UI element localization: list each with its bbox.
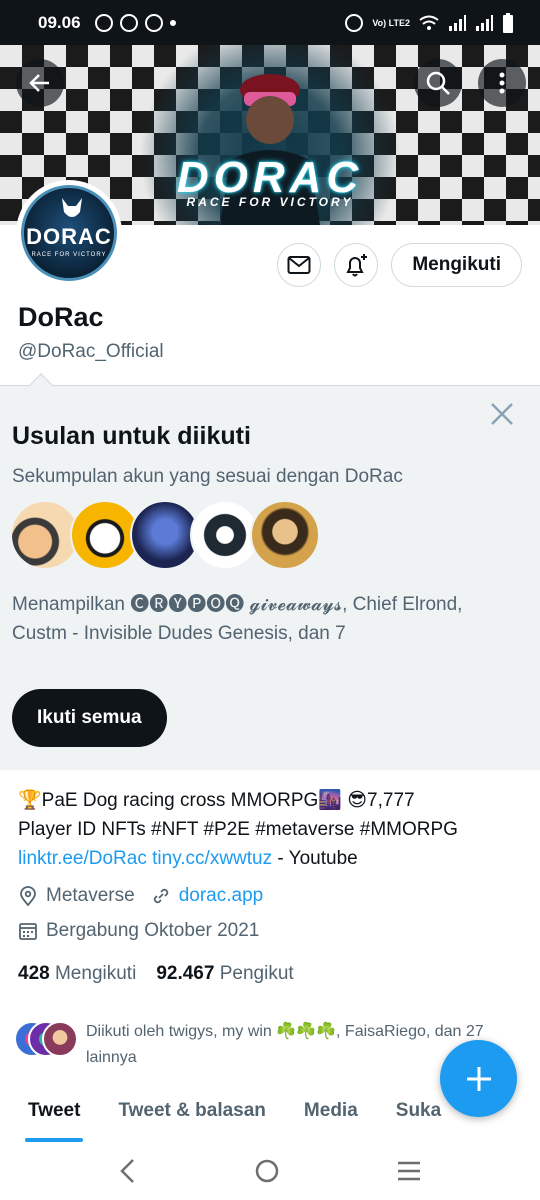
following-value: 428: [18, 963, 50, 984]
bio-line: linktr.ee/DoRac tiny.cc/xwwtuz - Youtube: [18, 844, 518, 873]
dot-icon: [169, 19, 176, 26]
meta-row-location: Metaverse dorac.app: [18, 885, 263, 907]
suggestions-pointer: [28, 373, 54, 399]
suggestions-description: Sekumpulan akun yang sesuai dengan DoRac: [12, 466, 403, 487]
more-options-button[interactable]: [478, 59, 526, 107]
avatar-text: DORAC: [26, 224, 112, 249]
bell-plus-icon: [346, 254, 368, 277]
alarm-icon: [345, 13, 364, 32]
search-icon: [426, 71, 450, 95]
avatar-subtext: RACE FOR VICTORY: [31, 252, 107, 258]
home-nav-icon[interactable]: [254, 1158, 280, 1184]
profile-name: DoRac: [18, 302, 104, 332]
profile-handle: @DoRac_Official: [18, 341, 164, 362]
bio-link-tinycc[interactable]: tiny.cc/xwwtuz: [152, 848, 272, 869]
message-button[interactable]: [277, 243, 322, 287]
link-icon: [153, 888, 168, 904]
battery-icon: [503, 12, 513, 33]
tab-label: Tweet & balasan: [118, 1100, 266, 1121]
profile-avatar[interactable]: DORAC RACE FOR VICTORY: [16, 180, 122, 286]
following-button[interactable]: Mengikuti: [391, 243, 522, 287]
whatsapp-icon: [94, 13, 113, 32]
followers-count[interactable]: 92.467 Pengikut: [156, 963, 293, 985]
volte-icon: Vo) LTE2: [372, 17, 410, 28]
more-vertical-icon: [499, 72, 505, 94]
suggestions-title: Usulan untuk diikuti: [12, 422, 251, 450]
tab-tweet-replies[interactable]: Tweet & balasan: [118, 1092, 265, 1142]
plus-icon: [466, 1066, 491, 1091]
facebook-icon: [144, 13, 163, 32]
location-pin-icon: [20, 886, 36, 906]
suggested-names: Menampilkan 🅒🅡🅨🅟🅞🅠 𝓰𝓲𝓿𝓮𝓪𝔀𝓪𝔂𝓼, Chief Elro…: [12, 594, 463, 644]
compose-tweet-button[interactable]: [440, 1040, 517, 1117]
tab-media[interactable]: Media: [304, 1092, 358, 1142]
search-button[interactable]: [414, 59, 462, 107]
notify-button[interactable]: [334, 243, 379, 287]
envelope-icon: [287, 256, 311, 274]
recents-nav-icon[interactable]: [396, 1160, 422, 1182]
bio-suffix: - Youtube: [272, 848, 358, 869]
status-bar: 09.06 Vo) LTE2: [0, 0, 540, 45]
bio-line: Player ID NFTs #NFT #P2E #metaverse #MMO…: [18, 819, 458, 840]
followed-by-avatars[interactable]: [14, 1019, 78, 1059]
website-link[interactable]: dorac.app: [179, 885, 264, 907]
status-time: 09.06: [38, 12, 81, 32]
joined-text: Bergabung Oktober 2021: [46, 920, 260, 941]
following-label: Mengikuti: [54, 963, 137, 984]
system-nav-bar: [0, 1142, 540, 1200]
avatar-image: DORAC RACE FOR VICTORY: [21, 185, 117, 281]
bio-link-linktree[interactable]: linktr.ee/DoRac: [18, 848, 147, 869]
back-button[interactable]: [16, 59, 64, 107]
following-count[interactable]: 428 Mengikuti: [18, 963, 136, 985]
meta-row-joined: Bergabung Oktober 2021: [18, 920, 259, 942]
avatar: [250, 500, 320, 570]
tab-label: Tweet: [28, 1100, 81, 1121]
follow-all-button[interactable]: Ikuti semua: [12, 689, 167, 747]
dog-logo-icon: [62, 198, 82, 217]
signal-icon: [449, 14, 466, 31]
wifi-icon: [419, 15, 439, 30]
messenger-icon: [119, 13, 138, 32]
profile-bio: 🏆PaE Dog racing cross MMORPG🌆 😎7,777 Pla…: [18, 786, 518, 873]
profile-actions: Mengikuti: [277, 243, 522, 287]
followers-label: Pengikut: [219, 963, 294, 984]
arrow-left-icon: [29, 74, 49, 92]
close-icon[interactable]: [488, 400, 516, 428]
location-text: Metaverse: [46, 885, 135, 906]
followers-value: 92.467: [156, 963, 215, 984]
follow-counts: 428 Mengikuti 92.467 Pengikut: [18, 963, 294, 985]
tab-likes[interactable]: Suka: [396, 1092, 441, 1142]
back-nav-icon[interactable]: [118, 1158, 138, 1184]
suggested-avatars[interactable]: [10, 500, 320, 570]
tab-label: Suka: [395, 1100, 442, 1121]
signal-icon: [476, 14, 493, 31]
calendar-icon: [19, 923, 37, 940]
tab-tweet[interactable]: Tweet: [25, 1092, 84, 1142]
avatar: [42, 1021, 78, 1057]
suggestions-panel: Usulan untuk diikuti Sekumpulan akun yan…: [0, 373, 540, 770]
tab-label: Media: [303, 1100, 358, 1121]
bio-line: 🏆PaE Dog racing cross MMORPG🌆 😎7,777: [18, 790, 415, 811]
